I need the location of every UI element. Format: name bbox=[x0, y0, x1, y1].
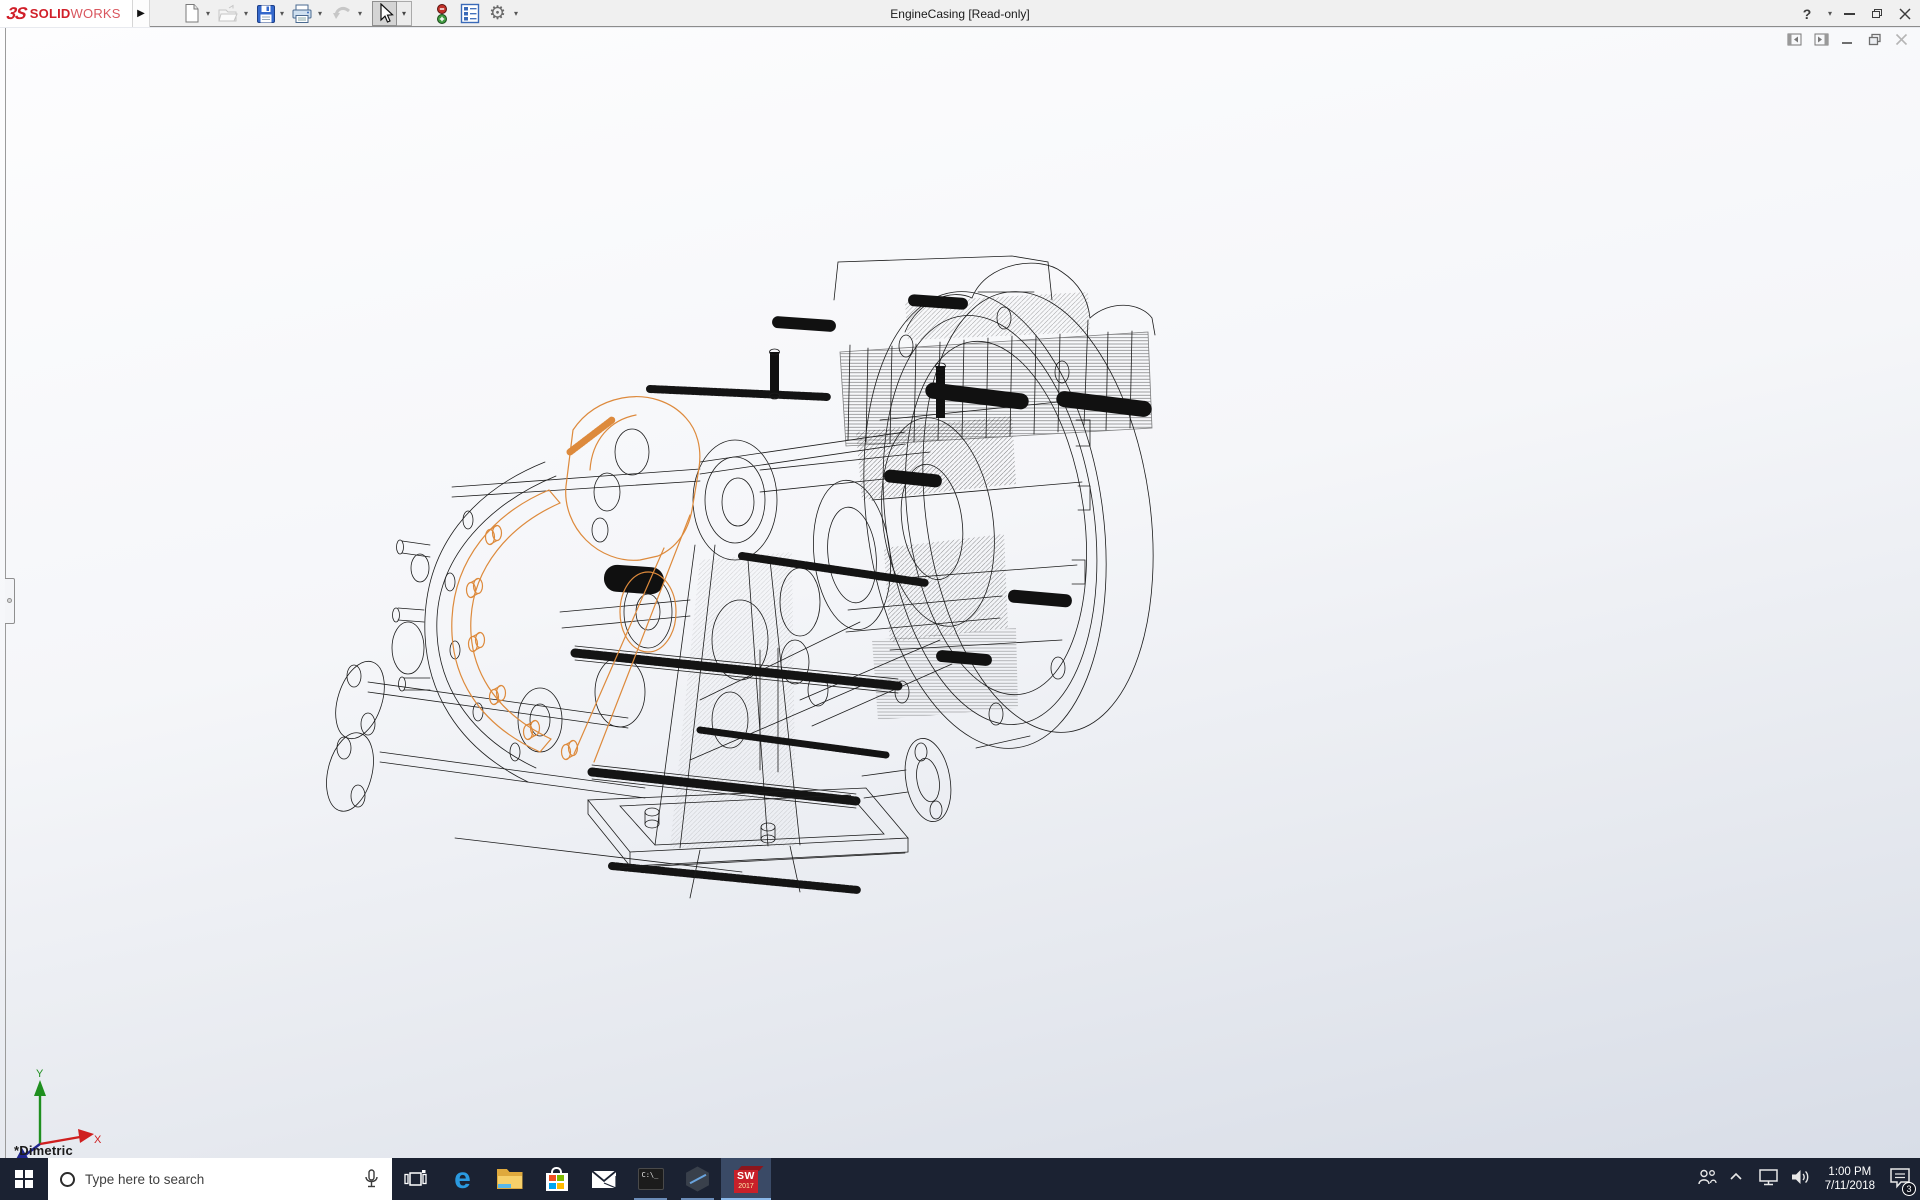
print-icon bbox=[291, 3, 313, 24]
microsoft-store-icon bbox=[546, 1167, 568, 1191]
y-axis-label: Y bbox=[36, 1068, 44, 1080]
command-prompt-icon: C:\_ bbox=[638, 1168, 664, 1190]
options-button[interactable]: ⚙ bbox=[486, 2, 509, 25]
new-document-icon bbox=[182, 3, 202, 24]
help-icon: ? bbox=[1803, 6, 1812, 22]
edge-icon: e bbox=[454, 1165, 471, 1193]
network-icon[interactable] bbox=[1757, 1165, 1781, 1193]
hidden-icons-chevron[interactable] bbox=[1726, 1165, 1750, 1193]
cortana-icon bbox=[60, 1172, 75, 1187]
taskbar-clock[interactable]: 1:00 PM 7/11/2018 bbox=[1819, 1165, 1881, 1193]
app-close-button[interactable] bbox=[1892, 0, 1918, 27]
document-title: EngineCasing [Read-only] bbox=[0, 0, 1920, 27]
select-cursor-icon bbox=[376, 3, 394, 24]
report-list-icon bbox=[460, 3, 480, 24]
action-center-button[interactable]: 3 bbox=[1888, 1165, 1912, 1194]
taskbar-search[interactable] bbox=[48, 1158, 392, 1200]
task-view-icon bbox=[403, 1167, 428, 1191]
print-button[interactable] bbox=[290, 2, 313, 25]
search-input[interactable] bbox=[75, 1172, 360, 1187]
taskbar-file-explorer-button[interactable] bbox=[486, 1158, 533, 1200]
select-tool-caret[interactable]: ▾ bbox=[397, 1, 412, 26]
y-axis-arrow-icon bbox=[34, 1080, 46, 1096]
save-button[interactable] bbox=[254, 2, 277, 25]
solidworks-app-icon: SW2017 bbox=[733, 1166, 759, 1193]
view-orientation-label: *Dimetric bbox=[14, 1143, 73, 1158]
windows-logo-icon bbox=[15, 1170, 33, 1188]
taskbar-solidworks-button[interactable]: SW2017 bbox=[721, 1158, 771, 1200]
volume-icon[interactable] bbox=[1788, 1165, 1812, 1193]
clock-date: 7/11/2018 bbox=[1825, 1179, 1875, 1193]
print-caret[interactable]: ▾ bbox=[316, 10, 324, 18]
save-caret[interactable]: ▾ bbox=[278, 10, 286, 18]
gear-icon: ⚙ bbox=[489, 2, 506, 25]
taskbar-edge-button[interactable]: e bbox=[439, 1158, 486, 1200]
select-tool-button[interactable] bbox=[372, 1, 397, 26]
file-explorer-icon bbox=[497, 1169, 523, 1189]
clock-time: 1:00 PM bbox=[1825, 1165, 1875, 1179]
traffic-light-button[interactable] bbox=[430, 2, 453, 25]
logo-text-solid: SOLID bbox=[30, 6, 71, 21]
save-icon bbox=[256, 4, 276, 24]
minimize-icon bbox=[1844, 13, 1855, 15]
flyout-arrow-icon: ▶ bbox=[137, 8, 145, 19]
engine-casing-wireframe bbox=[0, 28, 1920, 1158]
people-icon[interactable] bbox=[1695, 1165, 1719, 1193]
report-button[interactable] bbox=[458, 2, 481, 25]
taskbar-store-button[interactable] bbox=[533, 1158, 580, 1200]
new-document-caret[interactable]: ▾ bbox=[204, 10, 212, 18]
open-folder-icon bbox=[217, 4, 239, 24]
app-minimize-button[interactable] bbox=[1836, 0, 1862, 27]
undo-caret[interactable]: ▾ bbox=[356, 10, 364, 18]
close-icon bbox=[1899, 8, 1911, 20]
logo-text-works: WORKS bbox=[71, 6, 121, 21]
task-view-button[interactable] bbox=[392, 1158, 439, 1200]
microphone-icon[interactable] bbox=[360, 1167, 382, 1191]
solidworks-logo[interactable]: 3S SOLIDWORKS bbox=[0, 0, 133, 27]
wireframe-black-geometry bbox=[319, 256, 1180, 898]
solidworks-logo-icon: 3S bbox=[5, 4, 28, 24]
taskbar-command-prompt-button[interactable]: C:\_ bbox=[627, 1158, 674, 1200]
traffic-light-icon bbox=[434, 3, 450, 25]
help-caret[interactable]: ▾ bbox=[1826, 10, 1834, 18]
taskbar-mail-button[interactable] bbox=[580, 1158, 627, 1200]
app-restore-button[interactable] bbox=[1864, 0, 1890, 27]
undo-button[interactable] bbox=[330, 2, 353, 25]
menu-flyout-button[interactable]: ▶ bbox=[133, 0, 150, 27]
system-tray: 1:00 PM 7/11/2018 3 bbox=[1695, 1158, 1920, 1200]
new-document-button[interactable] bbox=[180, 2, 203, 25]
hexagon-app-icon bbox=[685, 1166, 711, 1192]
restore-icon bbox=[1872, 9, 1882, 18]
open-caret[interactable]: ▾ bbox=[242, 10, 250, 18]
taskbar-hexagon-app-button[interactable] bbox=[674, 1158, 721, 1200]
x-axis-label: X bbox=[94, 1134, 102, 1146]
help-button[interactable]: ? bbox=[1794, 0, 1820, 27]
notification-badge: 3 bbox=[1902, 1182, 1916, 1196]
windows-taskbar: e C:\_ SW2017 1:00 PM 7/11/2018 3 bbox=[0, 1158, 1920, 1200]
options-caret[interactable]: ▾ bbox=[512, 10, 520, 18]
start-button[interactable] bbox=[0, 1158, 48, 1200]
mail-icon bbox=[591, 1170, 617, 1189]
open-button[interactable] bbox=[216, 2, 239, 25]
x-axis-arrow-icon bbox=[78, 1129, 94, 1143]
menu-bar: 3S SOLIDWORKS ▶ ▾ ▾ ▾ ▾ ▾ ▾ ⚙ ▾ EngineCa… bbox=[0, 0, 1920, 27]
graphics-area[interactable]: Y X Z *Dimetric bbox=[0, 28, 1920, 1158]
undo-icon bbox=[331, 4, 353, 24]
